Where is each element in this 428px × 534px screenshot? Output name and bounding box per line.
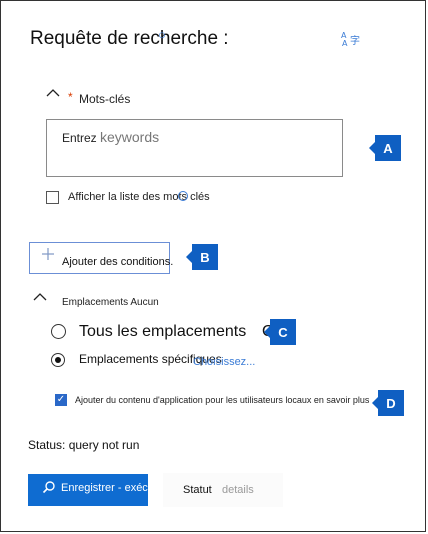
keywords-label: Mots-clés [79,92,131,106]
save-run-button[interactable]: Enregistrer - exécuter [28,474,148,506]
info-icon [178,191,188,201]
chevron-up-icon[interactable] [33,292,47,305]
required-marker: * [68,90,73,104]
callout-d: D [372,390,404,416]
svg-text:A: A [342,39,348,48]
add-conditions-label: Ajouter des conditions. [62,256,174,268]
all-locations-label: Tous les emplacements [79,323,247,340]
callout-b: B [186,244,218,270]
add-app-content-checkbox[interactable]: ✓ [55,394,67,406]
callout-a: A [369,135,401,161]
translate-icon[interactable]: A A 字 [340,30,362,48]
show-keyword-list-label: Afficher la liste des mots clés [68,191,210,203]
details-link[interactable]: details [222,484,254,496]
statut-label: Statut [183,484,212,496]
plus-icon [40,246,56,268]
overlay-circle-icon: ○ [158,27,166,42]
query-status: Status: query not run [28,438,140,452]
keywords-input[interactable] [46,119,343,177]
save-run-label: Enregistrer - exécuter [61,482,148,494]
search-icon [42,480,56,497]
add-app-content-label: Ajouter du contenu d'application pour le… [75,395,370,405]
show-keyword-list-checkbox[interactable] [46,191,59,204]
keywords-input-prefix: Entrez [62,131,97,145]
specific-locations-radio[interactable] [51,353,65,367]
page-title: Requête de recherche : [30,28,229,49]
callout-c: C [264,319,296,345]
choose-locations-link[interactable]: Choisissez... [193,356,255,368]
all-locations-radio[interactable] [51,324,66,339]
keywords-input-placeholder: keywords [100,129,160,145]
chevron-up-icon[interactable] [46,88,60,101]
svg-text:字: 字 [350,34,360,47]
locations-label: Emplacements Aucun [62,297,159,308]
